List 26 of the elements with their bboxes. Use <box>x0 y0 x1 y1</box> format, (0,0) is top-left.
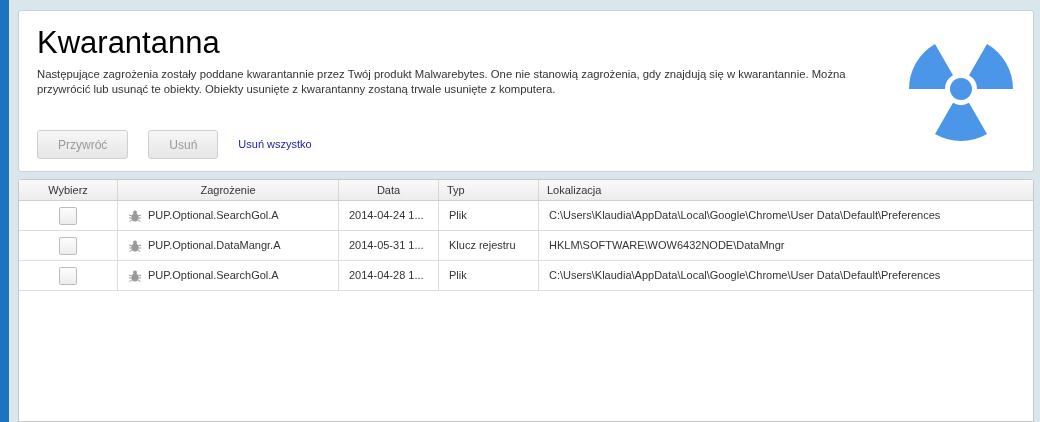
row-checkbox[interactable] <box>59 206 77 225</box>
column-header[interactable]: Data <box>339 180 439 200</box>
page-title: Kwarantanna <box>37 25 220 61</box>
column-header[interactable]: Lokalizacja <box>539 180 1033 200</box>
table-cell-text: Plik <box>449 208 467 224</box>
table-cell-text: HKLM\SOFTWARE\WOW6432NODE\DataMngr <box>549 238 785 254</box>
bug-icon <box>128 238 142 253</box>
bug-icon <box>128 268 142 283</box>
table-cell-text: C:\Users\Klaudia\AppData\Local\Google\Chrome\User Data\Default\Preferences <box>549 208 941 224</box>
table-cell-text: Plik <box>449 268 467 284</box>
table-cell-text: C:\Users\Klaudia\AppData\Local\Google\Chrome\User Data\Default\Preferences <box>549 268 941 284</box>
bug-icon <box>128 208 142 223</box>
table-cell-text: 2014-05-31 1... <box>349 238 424 254</box>
table-cell-text: 2014-04-24 1... <box>349 208 424 224</box>
table-cell-text: PUP.Optional.DataMangr.A <box>148 238 281 254</box>
table-cell-text: PUP.Optional.SearchGol.A <box>148 208 279 224</box>
table-cell-text: 2014-04-28 1... <box>349 268 424 284</box>
table-cell-text: Klucz rejestru <box>449 238 516 254</box>
column-header[interactable]: Wybierz <box>19 180 118 200</box>
column-header[interactable]: Zagrożenie <box>118 180 339 200</box>
column-header[interactable]: Typ <box>439 180 539 200</box>
description-text: Następujące zagrożenia zostały poddane kwarantannie przez Twój produkt Malwarebytes. One nie stanowią zagrożenia, gdy znajdują się w kwarantannie. Można przywrócić lub usunąć te obiekty. Obiekty usunięte z kwarantanny zostaną trwale usunięte z komputera. <box>37 67 847 97</box>
row-checkbox[interactable] <box>59 236 77 255</box>
delete-all-link[interactable]: Usuń wszystko <box>238 136 312 153</box>
table-cell-text: PUP.Optional.SearchGol.A <box>148 268 279 284</box>
row-checkbox[interactable] <box>59 266 77 285</box>
